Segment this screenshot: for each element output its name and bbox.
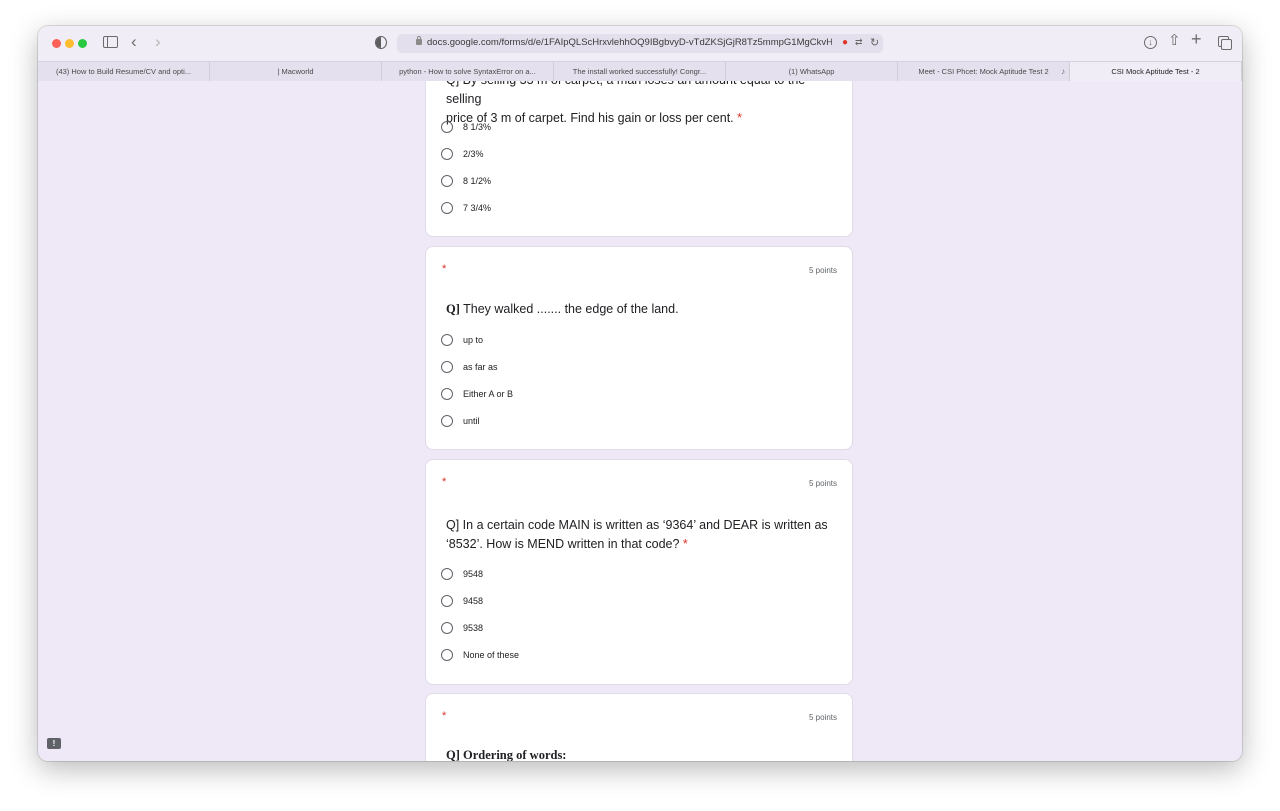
reload-icon[interactable]: ↻ (870, 36, 879, 49)
tab-macworld[interactable]: | Macworld (210, 62, 382, 81)
question-text: Q] Ordering of words: (446, 748, 567, 761)
option-label: 9538 (463, 623, 484, 633)
radio-button[interactable] (441, 388, 453, 400)
tab-label: python - How to solve SyntaxError on a..… (399, 67, 536, 76)
points-label: 5 points (808, 266, 837, 275)
required-mark: * (682, 537, 688, 551)
option-label: Either A or B (463, 389, 514, 399)
share-icon[interactable]: ⇧ (1168, 33, 1181, 48)
required-mark: * (442, 476, 447, 488)
question-card-4: * 5 points Q] Ordering of words: (425, 693, 853, 761)
question-line-2: ‘8532’. How is MEND written in that code… (446, 537, 680, 551)
question-card-3: * 5 points Q] In a certain code MAIN is … (425, 459, 853, 685)
tab-label: Meet - CSI Phcet: Mock Aptitude Test 2 (918, 67, 1049, 76)
tab-bar: (43) How to Build Resume/CV and opti... … (38, 61, 1242, 82)
forward-icon[interactable]: › (155, 33, 161, 50)
radio-button[interactable] (441, 568, 453, 580)
close-window-button[interactable] (52, 39, 61, 48)
option-label: None of these (463, 650, 520, 660)
browser-toolbar: ‹ › docs.google.com/forms/d/e/1FAIpQLScH… (38, 26, 1242, 61)
radio-button[interactable] (441, 202, 453, 214)
zoom-window-button[interactable] (78, 39, 87, 48)
microphone-icon: ♪ (1061, 67, 1065, 76)
address-bar[interactable]: docs.google.com/forms/d/e/1FAIpQLScHrxvl… (397, 34, 883, 53)
tab-resume[interactable]: (43) How to Build Resume/CV and opti... (38, 62, 210, 81)
radio-button[interactable] (441, 175, 453, 187)
option-label: 8 1/3% (463, 122, 492, 132)
question-line-1: Q] In a certain code MAIN is written as … (446, 518, 828, 532)
radio-button[interactable] (441, 649, 453, 661)
radio-button[interactable] (441, 595, 453, 607)
tab-meet[interactable]: Meet - CSI Phcet: Mock Aptitude Test 2 ♪ (898, 62, 1070, 81)
radio-button[interactable] (441, 361, 453, 373)
microphone-icon[interactable]: ● (842, 37, 848, 48)
report-issue-icon[interactable]: ! (47, 738, 61, 749)
radio-button[interactable] (441, 622, 453, 634)
option-label: 9458 (463, 596, 484, 606)
form-content: Q] By selling 33 m of carpet, a man lose… (38, 81, 1242, 761)
option-label: up to (463, 335, 484, 345)
question-prefix: Q] (446, 302, 460, 316)
tab-label: | Macworld (277, 67, 314, 76)
tab-overview-icon[interactable] (1218, 36, 1232, 50)
privacy-shield-icon[interactable] (375, 36, 387, 49)
tab-python[interactable]: python - How to solve SyntaxError on a..… (382, 62, 554, 81)
lock-icon (416, 36, 422, 45)
tab-whatsapp[interactable]: (1) WhatsApp (726, 62, 898, 81)
question-text: Q] They walked ....... the edge of the l… (446, 300, 832, 319)
option-label: 9548 (463, 569, 484, 579)
required-mark: * (442, 263, 447, 275)
tab-label: The install worked successfully! Congr..… (572, 67, 707, 76)
radio-button[interactable] (441, 415, 453, 427)
back-icon[interactable]: ‹ (131, 33, 137, 50)
required-mark: * (442, 710, 447, 722)
tab-label: (43) How to Build Resume/CV and opti... (55, 67, 192, 76)
tab-label: CSI Mock Aptitude Test - 2 (1111, 67, 1200, 76)
tab-label: (1) WhatsApp (788, 67, 835, 76)
question-text: Q] In a certain code MAIN is written as … (446, 516, 832, 554)
new-tab-icon[interactable]: + (1191, 30, 1202, 48)
question-line-1: Q] By selling 33 m of carpet, a man lose… (446, 81, 805, 106)
radio-button[interactable] (441, 334, 453, 346)
minimize-window-button[interactable] (65, 39, 74, 48)
radio-button[interactable] (441, 121, 453, 133)
points-label: 5 points (808, 479, 837, 488)
required-mark: * (737, 111, 742, 125)
tab-mock-test[interactable]: CSI Mock Aptitude Test - 2 (1070, 62, 1242, 81)
browser-window: ‹ › docs.google.com/forms/d/e/1FAIpQLScH… (38, 26, 1242, 761)
question-body: They walked ....... the edge of the land… (463, 302, 679, 316)
tab-install[interactable]: The install worked successfully! Congr..… (554, 62, 726, 81)
option-label: 7 3/4% (463, 203, 492, 213)
translate-icon[interactable]: ⇄ (855, 37, 863, 48)
question-card-1: Q] By selling 33 m of carpet, a man lose… (425, 81, 853, 237)
option-label: as far as (463, 362, 498, 372)
question-card-2: * 5 points Q] They walked ....... the ed… (425, 246, 853, 450)
option-label: 2/3% (463, 149, 484, 159)
downloads-icon[interactable]: ↓ (1144, 36, 1157, 49)
sidebar-toggle-icon[interactable] (103, 36, 118, 48)
points-label: 5 points (808, 713, 837, 722)
option-label: 8 1/2% (463, 176, 492, 186)
radio-button[interactable] (441, 148, 453, 160)
url-text[interactable]: docs.google.com/forms/d/e/1FAIpQLScHrxvl… (427, 37, 832, 51)
question-text: Q] By selling 33 m of carpet, a man lose… (446, 81, 832, 128)
option-label: until (463, 416, 480, 426)
